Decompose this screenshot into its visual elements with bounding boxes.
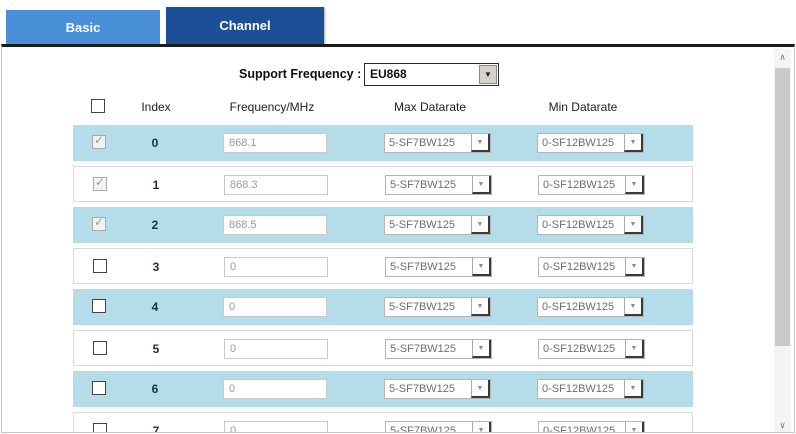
row-checkbox[interactable]: ✓ — [93, 177, 107, 191]
support-frequency-select[interactable]: EU868 ▼ — [364, 63, 499, 86]
max-datarate-select[interactable]: 5-SF7BW125 ▼ — [385, 339, 492, 359]
min-datarate-select[interactable]: 0-SF12BW125 ▼ — [537, 133, 644, 153]
dropdown-arrow-icon: ▼ — [624, 380, 643, 398]
frequency-input[interactable] — [223, 215, 327, 235]
frequency-input[interactable] — [223, 133, 327, 153]
table-row: ✓ 2 5-SF7BW125 ▼ 0-SF12BW125 ▼ — [73, 207, 693, 243]
tab-basic[interactable]: Basic — [6, 10, 160, 44]
dropdown-arrow-icon[interactable]: ▼ — [479, 65, 497, 84]
dropdown-arrow-icon: ▼ — [624, 298, 643, 316]
column-header-min-datarate: Min Datarate — [513, 100, 653, 114]
table-row: ✓ 7 5-SF7BW125 ▼ 0-SF12BW125 ▼ — [73, 412, 693, 433]
row-index: 7 — [136, 424, 176, 433]
table-row: ✓ 5 5-SF7BW125 ▼ 0-SF12BW125 ▼ — [73, 330, 693, 366]
dropdown-arrow-icon: ▼ — [624, 216, 643, 234]
row-checkbox[interactable]: ✓ — [92, 299, 106, 313]
max-datarate-select[interactable]: 5-SF7BW125 ▼ — [385, 257, 492, 277]
vertical-scrollbar[interactable]: ∧ ∨ — [774, 49, 791, 433]
row-checkbox[interactable]: ✓ — [93, 341, 107, 355]
max-datarate-select[interactable]: 5-SF7BW125 ▼ — [385, 421, 492, 433]
row-checkbox[interactable]: ✓ — [92, 381, 106, 395]
frequency-input[interactable] — [224, 339, 328, 359]
dropdown-arrow-icon: ▼ — [471, 298, 490, 316]
table-row: ✓ 6 5-SF7BW125 ▼ 0-SF12BW125 ▼ — [73, 371, 693, 407]
min-datarate-select[interactable]: 0-SF12BW125 ▼ — [538, 421, 645, 433]
min-datarate-select[interactable]: 0-SF12BW125 ▼ — [538, 339, 645, 359]
scroll-down-icon[interactable]: ∨ — [774, 417, 791, 433]
checkmark-icon: ✓ — [94, 133, 104, 147]
row-index: 0 — [135, 136, 175, 150]
checkmark-icon: ✓ — [95, 175, 105, 189]
max-datarate-select[interactable]: 5-SF7BW125 ▼ — [384, 215, 491, 235]
frequency-input[interactable] — [223, 297, 327, 317]
max-datarate-select[interactable]: 5-SF7BW125 ▼ — [384, 133, 491, 153]
table-row: ✓ 0 5-SF7BW125 ▼ 0-SF12BW125 ▼ — [73, 125, 693, 161]
support-frequency-value: EU868 — [370, 67, 407, 81]
select-all-checkbox[interactable]: ✓ — [91, 99, 105, 113]
table-row: ✓ 3 5-SF7BW125 ▼ 0-SF12BW125 ▼ — [73, 248, 693, 284]
dropdown-arrow-icon: ▼ — [472, 422, 491, 433]
dropdown-arrow-icon: ▼ — [625, 340, 644, 358]
dropdown-arrow-icon: ▼ — [471, 134, 490, 152]
dropdown-arrow-icon: ▼ — [471, 380, 490, 398]
support-frequency-label: Support Frequency : — [239, 67, 361, 81]
row-index: 1 — [136, 178, 176, 192]
row-index: 5 — [136, 342, 176, 356]
min-datarate-select[interactable]: 0-SF12BW125 ▼ — [538, 175, 645, 195]
frequency-input[interactable] — [223, 379, 327, 399]
table-row: ✓ 4 5-SF7BW125 ▼ 0-SF12BW125 ▼ — [73, 289, 693, 325]
column-header-frequency: Frequency/MHz — [202, 100, 342, 114]
dropdown-arrow-icon: ▼ — [471, 216, 490, 234]
row-index: 6 — [135, 382, 175, 396]
channel-config-panel: Support Frequency : EU868 ▼ ✓ Index Freq… — [1, 44, 795, 433]
min-datarate-select[interactable]: 0-SF12BW125 ▼ — [537, 215, 644, 235]
row-checkbox[interactable]: ✓ — [93, 423, 107, 433]
max-datarate-select[interactable]: 5-SF7BW125 ▼ — [385, 175, 492, 195]
dropdown-arrow-icon: ▼ — [472, 340, 491, 358]
table-row: ✓ 1 5-SF7BW125 ▼ 0-SF12BW125 ▼ — [73, 166, 693, 202]
scrollbar-thumb[interactable] — [775, 68, 790, 346]
row-index: 2 — [135, 218, 175, 232]
max-datarate-select[interactable]: 5-SF7BW125 ▼ — [384, 379, 491, 399]
checkmark-icon: ✓ — [94, 215, 104, 229]
frequency-input[interactable] — [224, 175, 328, 195]
row-checkbox[interactable]: ✓ — [92, 135, 106, 149]
row-index: 3 — [136, 260, 176, 274]
dropdown-arrow-icon: ▼ — [472, 258, 491, 276]
row-index: 4 — [135, 300, 175, 314]
column-header-index: Index — [126, 100, 186, 114]
scroll-up-icon[interactable]: ∧ — [774, 49, 791, 66]
dropdown-arrow-icon: ▼ — [472, 176, 491, 194]
row-checkbox[interactable]: ✓ — [93, 259, 107, 273]
dropdown-arrow-icon: ▼ — [625, 422, 644, 433]
dropdown-arrow-icon: ▼ — [625, 176, 644, 194]
tab-channel-label: Channel — [219, 18, 270, 33]
dropdown-arrow-icon: ▼ — [625, 258, 644, 276]
min-datarate-select[interactable]: 0-SF12BW125 ▼ — [538, 257, 645, 277]
min-datarate-select[interactable]: 0-SF12BW125 ▼ — [537, 297, 644, 317]
channel-settings-page: Basic Channel Support Frequency : EU868 … — [0, 0, 796, 434]
frequency-input[interactable] — [224, 257, 328, 277]
column-header-max-datarate: Max Datarate — [360, 100, 500, 114]
row-checkbox[interactable]: ✓ — [92, 217, 106, 231]
frequency-input[interactable] — [224, 421, 328, 433]
max-datarate-select[interactable]: 5-SF7BW125 ▼ — [384, 297, 491, 317]
tab-basic-label: Basic — [66, 20, 101, 35]
tab-channel[interactable]: Channel — [166, 7, 324, 44]
min-datarate-select[interactable]: 0-SF12BW125 ▼ — [537, 379, 644, 399]
dropdown-arrow-icon: ▼ — [624, 134, 643, 152]
